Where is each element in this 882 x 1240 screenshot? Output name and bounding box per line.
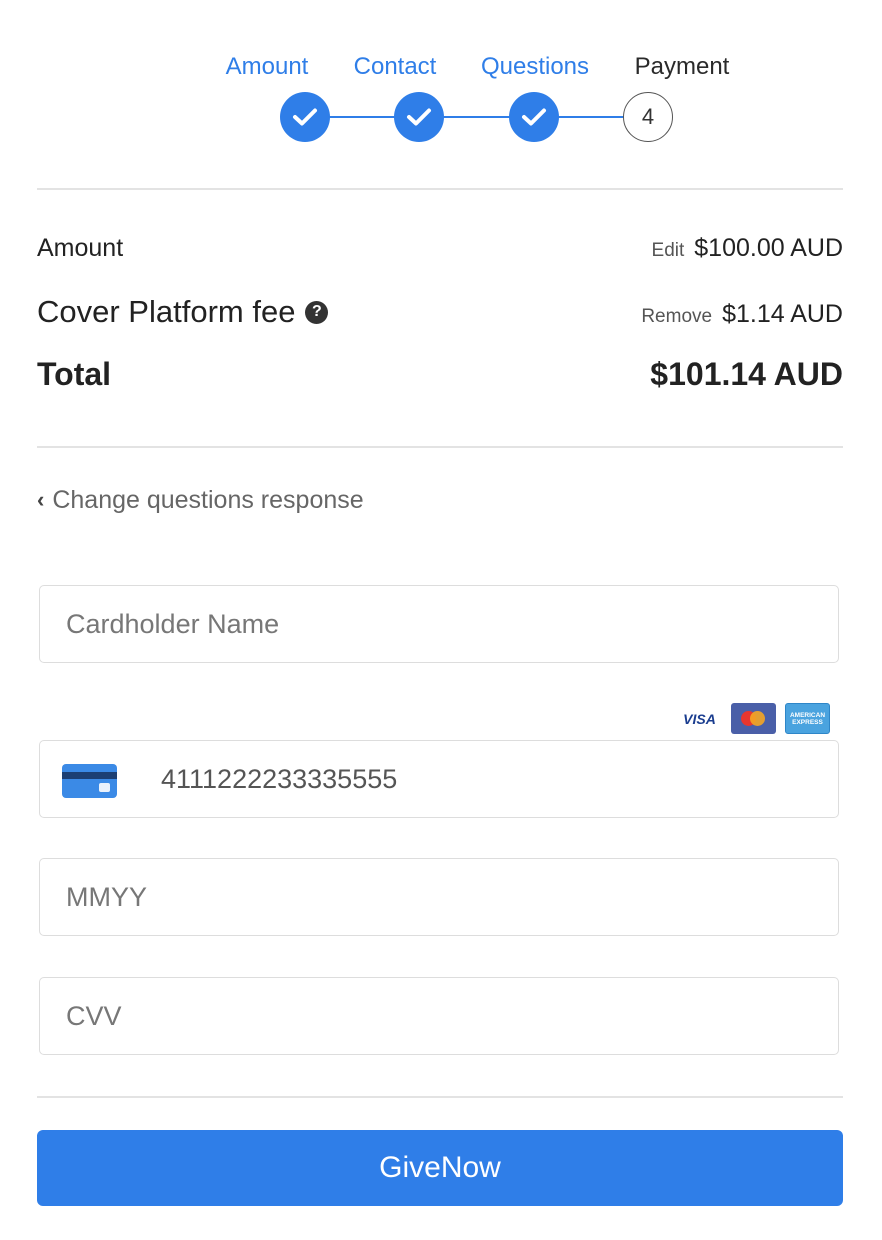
step-contact-complete[interactable]: [394, 92, 444, 142]
platform-fee-value: $1.14 AUD: [722, 300, 843, 328]
step-payment-current: 4: [623, 92, 673, 142]
step-label-payment: Payment: [634, 53, 730, 80]
divider: [37, 1096, 843, 1098]
checkmark-icon: [407, 108, 431, 126]
amount-value: $100.00 AUD: [694, 234, 843, 262]
chevron-left-icon: ‹: [37, 486, 45, 512]
step-number: 4: [641, 104, 655, 129]
expiry-input[interactable]: [40, 859, 838, 935]
give-now-button[interactable]: GiveNow: [37, 1130, 843, 1206]
platform-fee-label: Cover Platform fee: [37, 294, 296, 329]
visa-logo: VISA: [677, 703, 722, 734]
step-amount-complete[interactable]: [280, 92, 330, 142]
card-number-field[interactable]: [39, 740, 839, 818]
card-brands: VISA AMERICAN EXPRESS: [677, 703, 830, 734]
remove-fee-link[interactable]: Remove: [641, 306, 712, 328]
amex-logo: AMERICAN EXPRESS: [785, 703, 830, 734]
cvv-input[interactable]: [40, 978, 838, 1054]
edit-amount-link[interactable]: Edit: [652, 240, 685, 262]
divider: [37, 446, 843, 448]
payment-page: Amount Contact Questions Payment 4 Amoun…: [37, 0, 843, 1240]
change-questions-label: Change questions response: [52, 486, 364, 514]
mastercard-logo: [731, 703, 776, 734]
progress-stepper: Amount Contact Questions Payment 4: [37, 0, 843, 190]
total-label: Total: [37, 356, 112, 392]
expiry-field[interactable]: [39, 858, 839, 936]
help-icon[interactable]: ?: [305, 300, 329, 324]
checkmark-icon: [293, 108, 317, 126]
cvv-field[interactable]: [39, 977, 839, 1055]
step-questions-complete[interactable]: [509, 92, 559, 142]
change-questions-link[interactable]: ‹ Change questions response: [37, 486, 364, 515]
amount-row: Amount Edit $100.00 AUD: [37, 234, 843, 263]
step-label-contact[interactable]: Contact: [354, 52, 437, 82]
step-label-questions[interactable]: Questions: [481, 52, 589, 82]
card-number-input[interactable]: [40, 741, 838, 817]
divider: [37, 188, 843, 190]
cardholder-name-field[interactable]: [39, 585, 839, 663]
step-label-amount[interactable]: Amount: [226, 52, 309, 82]
amount-label: Amount: [37, 234, 124, 262]
cardholder-name-input[interactable]: [40, 586, 838, 662]
platform-fee-row: Cover Platform fee ? Remove $1.14 AUD: [37, 294, 843, 330]
total-value: $101.14 AUD: [650, 356, 843, 392]
total-row: Total $101.14 AUD: [37, 356, 843, 393]
checkmark-icon: [522, 108, 546, 126]
